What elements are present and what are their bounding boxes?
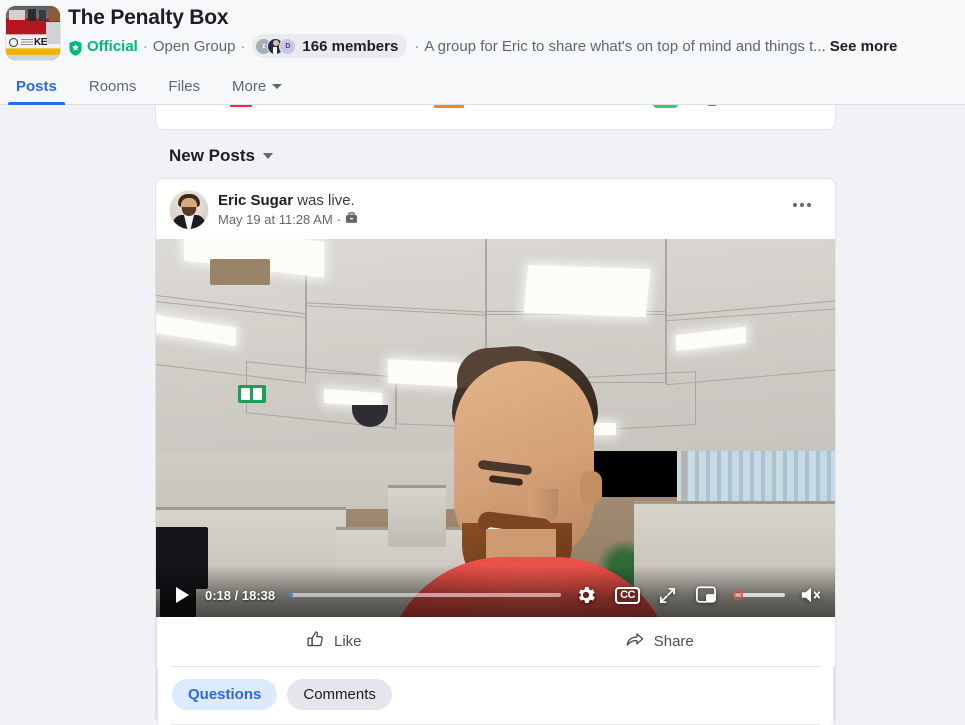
post-action-bar: Like Share <box>156 617 835 666</box>
share-button[interactable]: Share <box>497 621 823 662</box>
group-header: KE The Penalty Box Official · Open Group… <box>0 0 965 105</box>
share-arrow-icon <box>625 630 645 653</box>
tab-label: Files <box>168 78 201 95</box>
composer-card-clipped[interactable] <box>155 105 836 130</box>
avatar-head <box>272 40 279 46</box>
group-tabs: Posts Rooms Files More <box>0 68 298 105</box>
shelf-box <box>210 259 270 285</box>
tab-more[interactable]: More <box>216 68 298 105</box>
new-posts-label: New Posts <box>169 146 255 165</box>
meta-separator: · <box>142 37 148 55</box>
picture-in-picture-icon[interactable] <box>695 585 717 605</box>
post-tabs-section: Questions Comments <box>156 666 835 725</box>
group-avatar-detail <box>46 22 60 44</box>
chevron-down-icon <box>272 84 283 89</box>
live-video-icon <box>230 105 252 107</box>
meta-separator: · <box>414 37 420 55</box>
tab-files[interactable]: Files <box>152 68 216 105</box>
video-player[interactable]: linezero 0:18 / 18:38 CC <box>156 239 835 617</box>
tab-label: Questions <box>188 686 262 703</box>
author-avatar[interactable] <box>170 191 208 229</box>
group-title: The Penalty Box <box>68 6 229 29</box>
exit-sign-icon <box>238 385 266 403</box>
cubicle-wall <box>388 485 446 547</box>
play-icon[interactable] <box>176 587 189 603</box>
feed-column: New Posts Eric Sugar was live. May 19 at… <box>155 105 836 725</box>
ellipsis-icon <box>793 203 797 207</box>
members-pill[interactable]: z D 166 members <box>252 34 408 58</box>
post-author-name[interactable]: Eric Sugar <box>218 192 293 209</box>
group-description: A group for Eric to share what's on top … <box>424 37 826 55</box>
shield-star-icon <box>68 40 83 56</box>
group-meta-row: Official · Open Group · z D 166 members … <box>68 34 897 58</box>
group-privacy-label: Open Group <box>152 37 236 55</box>
video-progress-bar[interactable] <box>289 593 562 597</box>
poll-icon <box>653 105 678 108</box>
volume-muted-icon[interactable] <box>799 585 823 605</box>
cc-label: CC <box>615 586 640 604</box>
photo-video-icon <box>434 105 464 108</box>
video-progress-fill <box>289 593 294 597</box>
video-time-display: 0:18 / 18:38 <box>205 587 276 603</box>
tab-label: More <box>232 78 267 95</box>
thumbs-up-icon <box>306 630 325 653</box>
closed-captions-icon[interactable]: CC <box>615 586 640 604</box>
briefcase-icon <box>345 212 358 227</box>
post-card: Eric Sugar was live. May 19 at 11:28 AM … <box>155 178 836 725</box>
post-meta: Eric Sugar was live. May 19 at 11:28 AM … <box>218 191 358 227</box>
official-badge-label: Official <box>87 37 138 55</box>
members-count-label: 166 members <box>302 37 399 55</box>
person-ear <box>580 471 602 505</box>
see-more-link[interactable]: See more <box>830 38 898 55</box>
tab-questions[interactable]: Questions <box>172 679 278 710</box>
tab-posts[interactable]: Posts <box>0 68 73 105</box>
settings-icon[interactable] <box>575 584 597 606</box>
share-label: Share <box>653 633 694 650</box>
ellipsis-icon <box>800 203 804 207</box>
timestamp-separator: · <box>336 212 342 227</box>
group-avatar-detail <box>28 9 36 21</box>
post-tabs: Questions Comments <box>157 667 834 724</box>
group-avatar-detail <box>49 8 60 21</box>
post-options-button[interactable] <box>787 197 817 213</box>
group-avatar-detail <box>39 10 46 21</box>
group-avatar-detail <box>9 10 25 20</box>
volume-slider[interactable] <box>733 590 785 600</box>
volume-slider-knob[interactable] <box>733 590 743 600</box>
meta-separator: · <box>240 37 246 55</box>
group-avatar[interactable]: KE <box>6 6 60 60</box>
post-author-line: Eric Sugar was live. <box>218 192 358 209</box>
more-options-icon <box>708 105 716 106</box>
chevron-down-icon <box>262 153 273 159</box>
like-label: Like <box>333 633 362 650</box>
avatar-shirt <box>273 46 278 54</box>
tab-rooms[interactable]: Rooms <box>73 68 153 105</box>
member-avatar: D <box>279 37 297 55</box>
tab-label: Comments <box>303 686 376 703</box>
post-timestamp[interactable]: May 19 at 11:28 AM <box>218 212 333 227</box>
like-button[interactable]: Like <box>171 621 497 662</box>
member-facepile: z D <box>255 37 297 55</box>
post-header: Eric Sugar was live. May 19 at 11:28 AM … <box>156 179 835 239</box>
post-timestamp-row: May 19 at 11:28 AM · <box>218 212 358 227</box>
new-posts-filter[interactable]: New Posts <box>155 130 836 178</box>
group-avatar-text: KE <box>34 37 47 48</box>
tab-label: Posts <box>16 78 57 95</box>
post-action-text: was live. <box>293 192 355 209</box>
group-avatar-detail <box>21 39 33 46</box>
tab-label: Rooms <box>88 78 137 95</box>
video-frame: linezero <box>156 239 835 617</box>
fullscreen-icon[interactable] <box>658 586 677 605</box>
group-avatar-detail <box>9 38 18 47</box>
tab-comments[interactable]: Comments <box>287 679 392 710</box>
ellipsis-icon <box>807 203 811 207</box>
video-controls: 0:18 / 18:38 CC <box>156 573 835 617</box>
